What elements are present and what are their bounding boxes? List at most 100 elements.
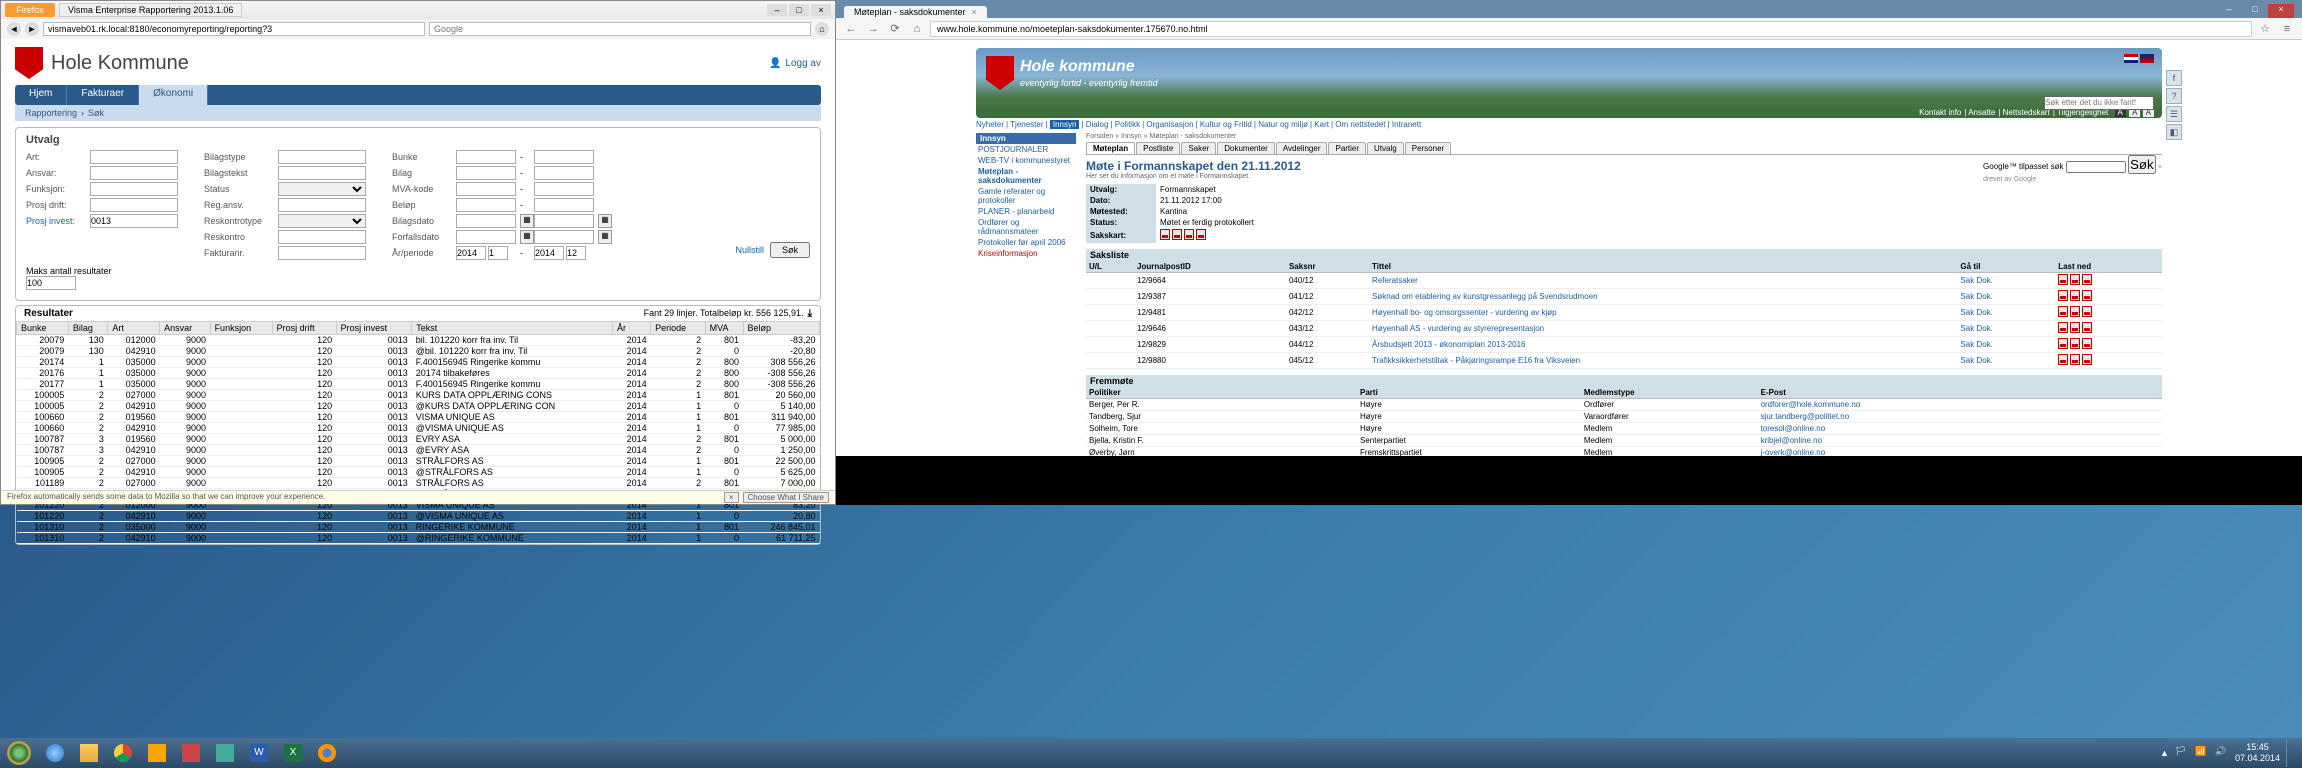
forfall-to[interactable] — [534, 230, 594, 244]
col-header[interactable]: Art — [108, 322, 160, 335]
nav-hjem[interactable]: Hjem — [15, 85, 67, 105]
taskbar-app-icon[interactable] — [175, 741, 207, 765]
search-input[interactable] — [429, 22, 811, 36]
col-header[interactable]: Bunke — [17, 322, 69, 335]
pdf-icon[interactable] — [2058, 274, 2068, 285]
maximize-button[interactable]: □ — [2242, 4, 2268, 18]
reload-icon[interactable]: ⟳ — [886, 21, 904, 37]
year-to[interactable] — [534, 246, 564, 260]
taskbar-ie-icon[interactable] — [39, 741, 71, 765]
per-to[interactable] — [566, 246, 586, 260]
tray-show-hidden-icon[interactable]: ▲ — [2160, 748, 2169, 758]
forward-icon[interactable]: → — [864, 21, 882, 37]
year-from[interactable] — [456, 246, 486, 260]
mva-from[interactable] — [456, 182, 516, 196]
site-search-input[interactable] — [2044, 96, 2154, 110]
sak-link[interactable]: Høyenhall AS - vurdering av styrereprese… — [1372, 324, 1544, 333]
table-row[interactable]: 100905204291090001200013@STRÅLFORS AS201… — [17, 467, 820, 478]
prosjdrift-input[interactable] — [90, 198, 178, 212]
sidebar-item[interactable]: PLANER - planarbeid — [976, 206, 1076, 217]
pdf-icon[interactable] — [2070, 354, 2080, 365]
pdf-icon[interactable] — [2058, 354, 2068, 365]
sidebar-item[interactable]: Protokoller før april 2006 — [976, 237, 1076, 248]
sak-link[interactable]: Høyenhall bo- og omsorgssenter - vurderi… — [1372, 308, 1557, 317]
table-row[interactable]: 20174103500090001200013F.400156945 Ringe… — [17, 357, 820, 368]
sak-link[interactable]: Referatsaker — [1372, 276, 1418, 285]
table-row[interactable]: 20177103500090001200013F.400156945 Ringe… — [17, 379, 820, 390]
pdf-icon[interactable] — [1184, 229, 1194, 240]
choose-share-button[interactable]: Choose What I Share — [743, 492, 829, 503]
pdf-icon[interactable] — [2058, 338, 2068, 349]
col-header[interactable]: Beløp — [743, 322, 819, 335]
tray-network-icon[interactable]: 📶 — [2195, 746, 2209, 760]
subnav-sok[interactable]: Søk — [88, 108, 104, 118]
pdf-icon[interactable] — [2070, 290, 2080, 301]
tab-moteplan[interactable]: Møteplan — [1086, 142, 1135, 154]
table-row[interactable]: 100905202700090001200013STRÅLFORS AS2014… — [17, 456, 820, 467]
pdf-icon[interactable] — [2082, 338, 2092, 349]
sak-link[interactable]: Årsbudsjett 2013 - økonomiplan 2013-2016 — [1372, 340, 1525, 349]
maximize-button[interactable]: □ — [789, 4, 809, 16]
email-link[interactable]: kribjel@online.no — [1761, 436, 1823, 445]
facebook-icon[interactable]: f — [2166, 70, 2182, 86]
close-button[interactable]: × — [2268, 4, 2294, 18]
back-icon[interactable]: ← — [842, 21, 860, 37]
calendar-icon[interactable]: ▦ — [520, 230, 534, 244]
subnav-rapportering[interactable]: Rapportering — [25, 108, 77, 118]
col-header[interactable]: Prosj drift — [272, 322, 336, 335]
belop-from[interactable] — [456, 198, 516, 212]
sak-link[interactable]: Søknad om etablering av kunstgressanlegg… — [1372, 292, 1597, 301]
pdf-icon[interactable] — [2070, 338, 2080, 349]
firefox-tab[interactable]: Visma Enterprise Rapportering 2013.1.06 — [59, 3, 242, 17]
nav-fakturaer[interactable]: Fakturaer — [67, 85, 139, 105]
table-row[interactable]: 101310203500090001200013RINGERIKE KOMMUN… — [17, 522, 820, 533]
back-icon[interactable]: ◄ — [7, 22, 21, 36]
taskbar-explorer-icon[interactable] — [73, 741, 105, 765]
calendar-icon[interactable]: ▦ — [598, 230, 612, 244]
pdf-icon[interactable] — [2058, 290, 2068, 301]
prosjinvest-input[interactable] — [90, 214, 178, 228]
taskbar-app-icon[interactable] — [209, 741, 241, 765]
table-row[interactable]: 100005204291090001200013@KURS DATA OPPLÆ… — [17, 401, 820, 412]
calendar-icon[interactable]: ▦ — [598, 214, 612, 228]
sak-link[interactable]: Trafikksikkerhetstiltak - Påkjøringsramp… — [1372, 356, 1580, 365]
url-input[interactable] — [43, 22, 425, 36]
sok-button[interactable]: Søk — [770, 242, 810, 258]
pdf-icon[interactable] — [2058, 306, 2068, 317]
flag-no-icon[interactable] — [2124, 54, 2138, 63]
table-row[interactable]: 100787304291090001200013@EVRY ASA2014201… — [17, 445, 820, 456]
pdf-icon[interactable] — [1160, 229, 1170, 240]
regansv-input[interactable] — [278, 198, 366, 212]
sidebar-item[interactable]: Gamle referater og protokoller — [976, 186, 1076, 206]
forfall-from[interactable] — [456, 230, 516, 244]
nullstill-link[interactable]: Nullstill — [735, 245, 764, 255]
firefox-menu-button[interactable]: Firefox — [5, 3, 55, 17]
table-row[interactable]: 2007913001200090001200013bil. 101220 kor… — [17, 335, 820, 346]
bilagstype-input[interactable] — [278, 150, 366, 164]
tool-icon[interactable]: ◧ — [2166, 124, 2182, 140]
flag-uk-icon[interactable] — [2140, 54, 2154, 63]
bilagsdato-from[interactable] — [456, 214, 516, 228]
status-select[interactable] — [278, 182, 366, 196]
maks-input[interactable] — [26, 276, 76, 290]
tray-volume-icon[interactable]: 🔊 — [2215, 746, 2229, 760]
pdf-icon[interactable] — [2082, 354, 2092, 365]
tab-close-icon[interactable]: × — [972, 7, 977, 17]
google-search-input[interactable] — [2066, 161, 2126, 173]
start-button[interactable] — [0, 738, 38, 768]
nav-okonomi[interactable]: Økonomi — [139, 85, 208, 105]
pdf-icon[interactable] — [2058, 322, 2068, 333]
bilagsdato-to[interactable] — [534, 214, 594, 228]
table-row[interactable]: 100660204291090001200013@VISMA UNIQUE AS… — [17, 423, 820, 434]
tab-personer[interactable]: Personer — [1405, 142, 1451, 154]
col-header[interactable]: Ansvar — [160, 322, 210, 335]
reskontro-input[interactable] — [278, 230, 366, 244]
pdf-icon[interactable] — [2070, 306, 2080, 317]
taskbar-firefox-icon[interactable] — [311, 741, 343, 765]
calendar-icon[interactable]: ▦ — [520, 214, 534, 228]
pdf-icon[interactable] — [2070, 322, 2080, 333]
bilagstekst-input[interactable] — [278, 166, 366, 180]
sidebar-item[interactable]: POSTJOURNALER — [976, 144, 1076, 155]
pdf-icon[interactable] — [1196, 229, 1206, 240]
topmenu-active[interactable]: Innsyn — [1050, 120, 1080, 129]
